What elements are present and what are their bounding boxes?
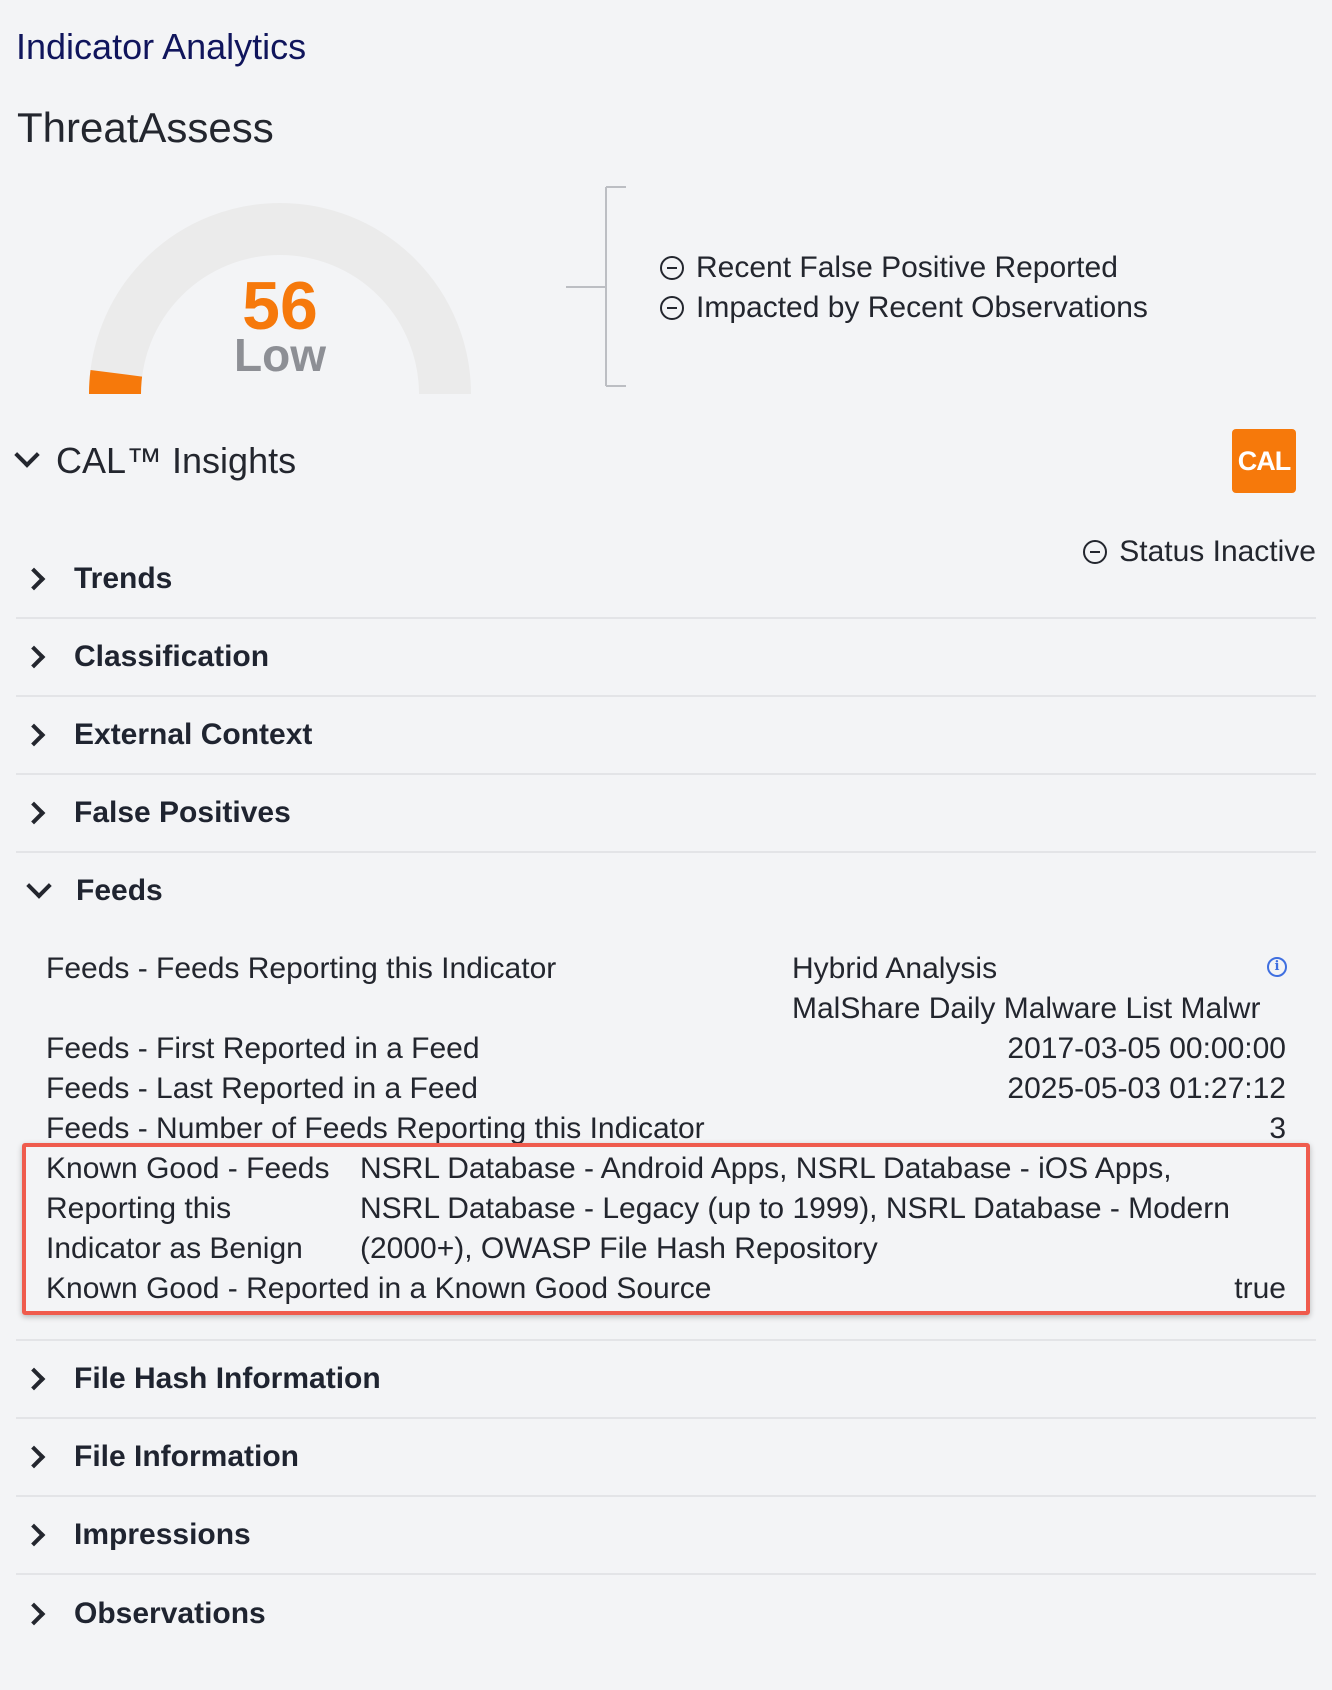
first-reported-value: 2017-03-05 00:00:00 <box>1007 1032 1286 1065</box>
section-external-context[interactable]: External Context <box>16 697 1316 775</box>
chevron-right-icon <box>22 801 46 825</box>
chevron-down-icon <box>14 442 40 468</box>
known-good-highlight <box>22 1143 1310 1315</box>
chevron-right-icon <box>22 723 46 747</box>
chevron-right-icon <box>22 1367 46 1391</box>
chevron-right-icon <box>22 567 46 591</box>
minus-circle-icon <box>660 296 684 320</box>
last-reported-label: Feeds - Last Reported in a Feed <box>46 1072 478 1105</box>
section-file-information[interactable]: File Information <box>16 1419 1316 1497</box>
chevron-right-icon <box>22 1445 46 1469</box>
section-label: Classification <box>74 640 270 673</box>
chevron-down-icon <box>26 873 52 899</box>
section-title: ThreatAssess <box>17 104 274 151</box>
factor-recent-observations: Impacted by Recent Observations <box>660 291 1148 325</box>
section-file-hash-information[interactable]: File Hash Information <box>16 1341 1316 1419</box>
cal-insights-toggle[interactable]: CAL™ Insights <box>14 440 297 482</box>
cal-insights-title: CAL™ Insights <box>56 440 297 481</box>
page-title: Indicator Analytics <box>16 26 307 67</box>
gauge-level: Low <box>234 329 326 381</box>
section-trends[interactable]: Trends <box>16 541 1316 619</box>
factor-label: Recent False Positive Reported <box>696 251 1118 284</box>
section-label: Impressions <box>74 1518 251 1551</box>
section-label: Feeds <box>76 874 163 907</box>
factor-label: Impacted by Recent Observations <box>696 291 1148 324</box>
factors-bracket <box>566 186 626 387</box>
section-label: External Context <box>74 718 313 751</box>
threat-score-gauge: 56 Low <box>70 182 490 395</box>
section-label: Observations <box>74 1597 266 1630</box>
section-label: File Information <box>74 1440 299 1473</box>
section-classification[interactable]: Classification <box>16 619 1316 697</box>
first-reported-label: Feeds - First Reported in a Feed <box>46 1032 480 1065</box>
feeds-reporting-label: Feeds - Feeds Reporting this Indicator <box>46 952 557 985</box>
minus-circle-icon <box>660 256 684 280</box>
feeds-reporting-value: Hybrid Analysis <box>792 952 998 985</box>
info-icon[interactable]: i <box>1267 957 1287 977</box>
section-label: False Positives <box>74 796 291 829</box>
chevron-right-icon <box>22 1602 46 1626</box>
chevron-right-icon <box>22 1523 46 1547</box>
factor-false-positive: Recent False Positive Reported <box>660 251 1118 285</box>
section-impressions[interactable]: Impressions <box>16 1497 1316 1575</box>
section-false-positives[interactable]: False Positives <box>16 775 1316 853</box>
section-observations[interactable]: Observations <box>16 1575 1316 1653</box>
section-feeds[interactable]: Feeds <box>16 856 1316 926</box>
chevron-right-icon <box>22 645 46 669</box>
last-reported-value: 2025-05-03 01:27:12 <box>1007 1072 1286 1105</box>
section-label: File Hash Information <box>74 1362 381 1395</box>
cal-logo: CAL <box>1232 429 1296 493</box>
feeds-reporting-value: MalShare Daily Malware List Malwr <box>792 992 1261 1025</box>
section-label: Trends <box>74 562 173 595</box>
